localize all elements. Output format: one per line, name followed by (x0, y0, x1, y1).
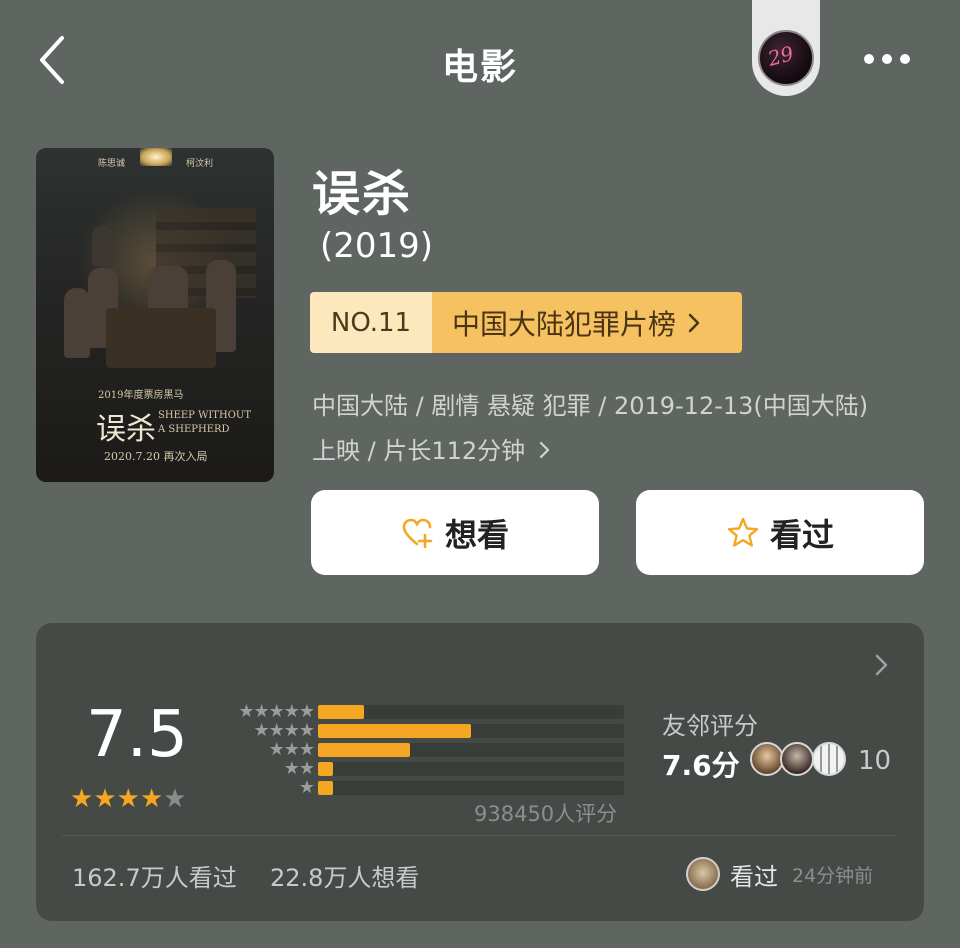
more-dot (900, 54, 910, 64)
more-horizontal-icon (864, 54, 874, 64)
rating-bar-row: ★★★★ (222, 720, 632, 741)
activity-time: 24分钟前 (792, 864, 874, 887)
rating-bar-stars: ★★★★ (253, 720, 315, 741)
chevron-left-icon (40, 36, 64, 84)
star-filled-icon: ★ (139, 784, 164, 814)
star-outline-icon (727, 517, 759, 547)
avatar (750, 742, 784, 776)
rating-bar-track (318, 762, 624, 776)
poster-title-cn: 误杀 (96, 412, 156, 447)
rank-list-name: 中国大陆犯罪片榜 (452, 307, 677, 341)
rating-bar-track (318, 724, 624, 738)
user-avatar-button[interactable]: 29 (752, 0, 820, 96)
rating-bar-fill (318, 743, 410, 757)
want-to-watch-button[interactable]: 想看 (311, 490, 599, 575)
top-bar: 电影 29 (0, 0, 960, 120)
rating-bar-stars: ★★★ (268, 739, 315, 760)
star-filled-icon: ★ (70, 784, 94, 814)
movie-meta-more[interactable]: 上映 / 片长112分钟 (312, 431, 553, 466)
movie-title: 误杀 (312, 166, 413, 222)
watched-label: 看过 (769, 515, 834, 554)
rating-bar-stars: ★★★★★ (238, 701, 315, 722)
avatar-text: 29 (765, 41, 797, 71)
poster-figure (64, 288, 90, 358)
poster-table (106, 308, 216, 368)
rating-bar-row: ★★★ (222, 739, 632, 760)
rating-bar-stars: ★ (298, 777, 315, 798)
rank-list: 中国大陆犯罪片榜 (432, 292, 742, 353)
movie-poster[interactable]: 陈思诚 柯汶利 2019年度票房黑马 误杀 SHEEP WITHOUT A SH… (36, 148, 274, 482)
watched-count: 162.7万人看过 (72, 864, 237, 892)
star-filled-icon: ★ (116, 784, 140, 814)
divider (62, 835, 896, 836)
want-count: 22.8万人想看 (270, 864, 420, 892)
activity-text: 看过 (730, 862, 778, 891)
rating-bar-fill (318, 762, 333, 776)
poster-figure (92, 226, 114, 266)
rating-bar-row: ★★ (222, 758, 632, 779)
poster-date-line: 2020.7.20 再次入局 (104, 450, 208, 463)
more-options-button[interactable] (858, 48, 918, 74)
rating-bar-fill (318, 781, 333, 795)
rating-score: 7.5 (86, 698, 188, 772)
poster-title-en-1: SHEEP WITHOUT (158, 410, 251, 421)
heart-plus-icon (402, 518, 433, 548)
poster-actor-right: 柯汶利 (186, 159, 214, 169)
friend-rating-score: 7.6分 (662, 749, 740, 782)
movie-year: (2019) (320, 226, 434, 266)
rating-bar-fill (318, 705, 364, 719)
chevron-right-icon (539, 441, 549, 459)
rank-badge[interactable]: NO.11 中国大陆犯罪片榜 (310, 292, 742, 353)
movie-meta-line-2: 上映 / 片长112分钟 (312, 437, 526, 465)
avatar (780, 742, 814, 776)
rating-bar-track (318, 705, 624, 719)
more-dot (882, 54, 892, 64)
friend-rating-count: 10 (858, 746, 892, 776)
rating-bar-stars: ★★ (283, 758, 315, 779)
friend-rating-label: 友邻评分 (662, 712, 758, 740)
poster-actor-left: 陈思诚 (98, 159, 126, 169)
rating-details-button[interactable] (866, 650, 896, 680)
rating-bar-row: ★ (222, 777, 632, 798)
rating-stars: ★★★★★ (70, 784, 187, 814)
rating-bar-track (318, 743, 624, 757)
avatar: 29 (758, 30, 814, 86)
want-to-watch-label: 想看 (444, 515, 509, 554)
star-filled-icon: ★ (93, 784, 117, 814)
movie-meta-line-1: 中国大陆 / 剧情 悬疑 犯罪 / 2019-12-13(中国大陆) (312, 392, 869, 420)
back-button[interactable] (30, 30, 80, 90)
avatar (686, 857, 720, 891)
friend-activity[interactable]: 看过 24分钟前 (686, 856, 873, 892)
rating-bar-row: ★★★★★ (222, 701, 632, 722)
star-empty-icon: ★ (163, 784, 187, 814)
rating-count: 938450人评分 (474, 802, 618, 826)
avatar (812, 742, 846, 776)
poster-lamp (140, 148, 172, 166)
chevron-right-icon (688, 313, 700, 332)
poster-title-en-2: A SHEPHERD (158, 424, 230, 435)
rating-bar-fill (318, 724, 471, 738)
chevron-right-icon (875, 654, 888, 676)
rank-number: NO.11 (310, 292, 432, 353)
poster-tagline: 2019年度票房黑马 (98, 390, 184, 401)
watched-button[interactable]: 看过 (636, 490, 924, 575)
page-title: 电影 (441, 47, 518, 88)
rating-bar-track (318, 781, 624, 795)
